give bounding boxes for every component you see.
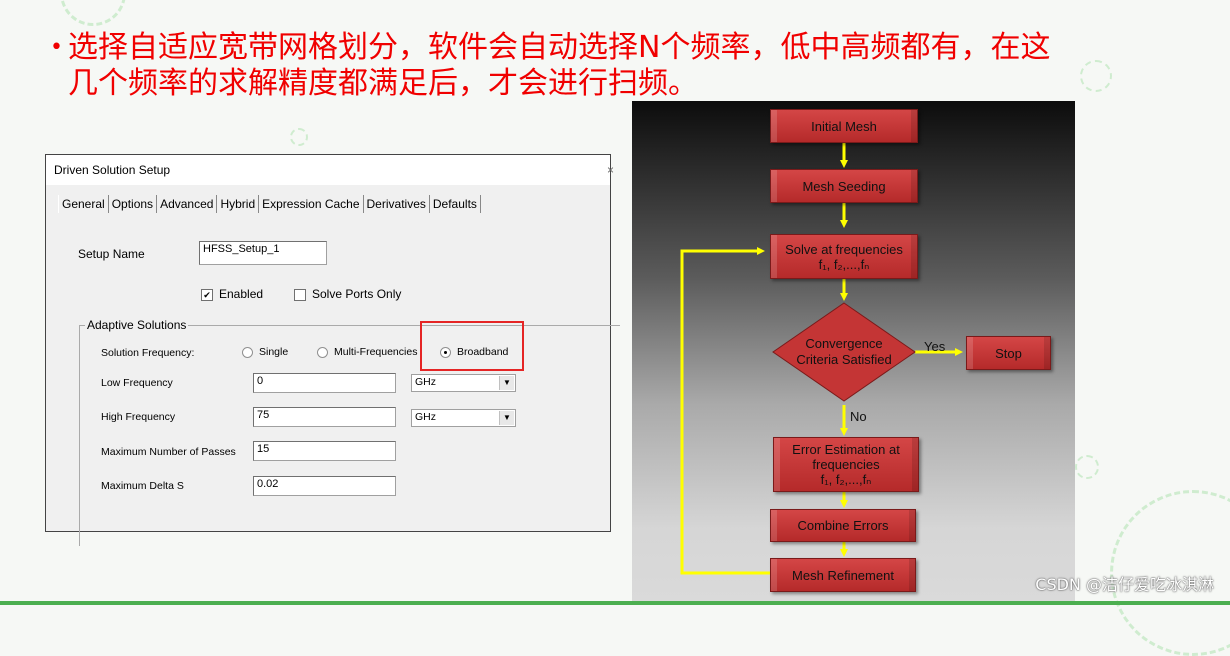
radio-multi-frequencies-label: Multi-Frequencies	[334, 346, 418, 358]
driven-solution-setup-dialog: Driven Solution Setup × General Options …	[45, 154, 620, 546]
node-solve-at-frequencies: Solve at frequencies f₁, f₂,...,fₙ	[770, 234, 918, 279]
adaptive-solutions-label: Adaptive Solutions	[85, 318, 189, 332]
high-frequency-unit-select[interactable]: GHz ▼	[411, 409, 516, 427]
high-frequency-label: High Frequency	[101, 411, 176, 423]
error-line-2: frequencies	[812, 457, 880, 472]
radio-unselected-icon[interactable]	[242, 346, 253, 358]
error-line-1: Error Estimation at	[792, 442, 900, 457]
enabled-label: Enabled	[219, 287, 264, 301]
solve-ports-only-checkbox[interactable]: Solve Ports Only	[294, 287, 401, 301]
error-line-3: f₁, f₂,...,fₙ	[820, 472, 872, 487]
decorative-circle	[290, 128, 308, 146]
high-frequency-unit-value: GHz	[415, 411, 436, 423]
radio-multi-frequencies[interactable]: Multi-Frequencies	[317, 346, 417, 358]
solve-ports-only-label: Solve Ports Only	[312, 287, 402, 301]
low-frequency-input[interactable]: 0	[253, 373, 396, 393]
broadband-highlight-box	[420, 321, 524, 371]
adaptive-meshing-flowchart: Initial Mesh Mesh Seeding Solve at frequ…	[632, 101, 1075, 605]
high-frequency-input[interactable]: 75	[253, 407, 396, 427]
tab-general[interactable]: General	[58, 195, 109, 213]
node-stop: Stop	[966, 336, 1051, 370]
dropdown-arrow-icon[interactable]: ▼	[499, 376, 514, 390]
decorative-circle	[1075, 455, 1099, 479]
node-mesh-refinement: Mesh Refinement	[770, 558, 916, 592]
max-delta-s-label: Maximum Delta S	[101, 480, 184, 492]
tab-bar: General Options Advanced Hybrid Expressi…	[58, 195, 481, 213]
node-convergence-decision: Convergence Criteria Satisfied	[782, 336, 906, 368]
radio-single-label: Single	[259, 346, 289, 358]
node-error-estimation: Error Estimation at frequencies f₁, f₂,.…	[773, 437, 919, 492]
solve-line-2: f₁, f₂,...,fₙ	[818, 256, 870, 272]
tab-expression-cache[interactable]: Expression Cache	[259, 195, 364, 213]
slide-bullet: • 选择自适应宽带网格划分，软件会自动选择N个频率，低中高频都有，在这 几个频率…	[50, 30, 1158, 102]
bullet-icon: •	[50, 35, 63, 60]
max-passes-input[interactable]: 15	[253, 441, 396, 461]
tab-options[interactable]: Options	[109, 195, 158, 213]
setup-name-label: Setup Name	[78, 247, 145, 261]
bottom-accent-bar	[0, 601, 1230, 605]
node-combine-errors: Combine Errors	[770, 509, 916, 542]
close-icon[interactable]: ×	[607, 163, 614, 177]
bullet-line-2: 几个频率的求解精度都满足后，才会进行扫频。	[68, 66, 698, 101]
no-label: No	[850, 409, 867, 424]
tab-defaults[interactable]: Defaults	[430, 195, 481, 213]
bullet-line-1: 选择自适应宽带网格划分，软件会自动选择N个频率，低中高频都有，在这	[68, 30, 1051, 65]
arrow-refine-loop-back	[680, 247, 770, 575]
low-frequency-unit-select[interactable]: GHz ▼	[411, 374, 516, 392]
low-frequency-label: Low Frequency	[101, 377, 173, 389]
max-passes-label: Maximum Number of Passes	[101, 446, 236, 458]
setup-name-input[interactable]: HFSS_Setup_1	[199, 241, 327, 265]
solve-line-1: Solve at frequencies	[785, 241, 903, 257]
tab-advanced[interactable]: Advanced	[157, 195, 218, 213]
max-delta-s-input[interactable]: 0.02	[253, 476, 396, 496]
checkbox-unchecked-icon[interactable]	[294, 288, 306, 301]
enabled-checkbox[interactable]: ✔ Enabled	[201, 287, 263, 301]
radio-unselected-icon[interactable]	[317, 346, 328, 358]
tab-hybrid[interactable]: Hybrid	[217, 195, 260, 213]
decorative-circle	[60, 0, 126, 26]
solution-frequency-label: Solution Frequency:	[101, 347, 195, 359]
low-frequency-unit-value: GHz	[415, 376, 436, 388]
dropdown-arrow-icon[interactable]: ▼	[499, 411, 514, 425]
watermark: CSDN @洁仔爱吃冰淇淋	[1035, 575, 1214, 594]
node-mesh-seeding: Mesh Seeding	[770, 169, 918, 203]
node-initial-mesh: Initial Mesh	[770, 109, 918, 143]
decision-line-2: Criteria Satisfied	[796, 352, 892, 367]
tab-derivatives[interactable]: Derivatives	[364, 195, 430, 213]
radio-single[interactable]: Single	[242, 346, 288, 358]
decision-line-1: Convergence	[805, 336, 883, 351]
checkbox-checked-icon[interactable]: ✔	[201, 288, 213, 301]
dialog-title: Driven Solution Setup	[54, 163, 171, 177]
yes-label: Yes	[924, 339, 946, 354]
